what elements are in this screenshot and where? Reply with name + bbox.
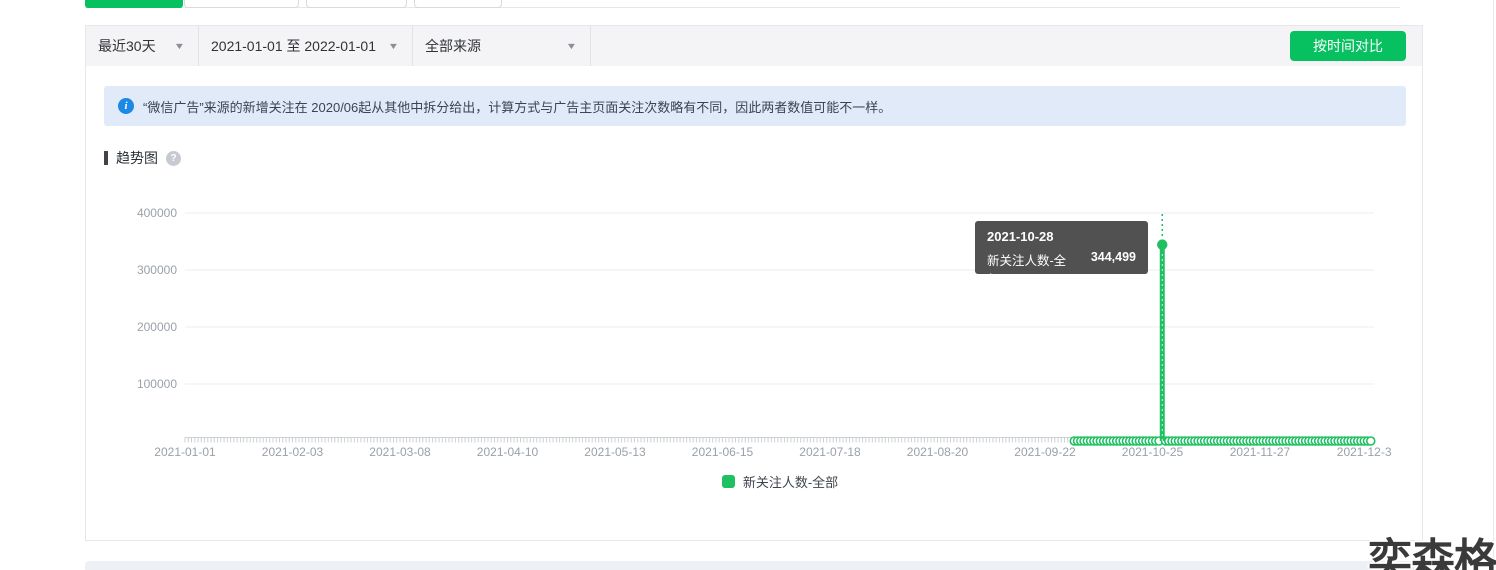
- legend-marker-icon: [722, 475, 735, 488]
- tooltip-value: 344,499: [1091, 250, 1136, 288]
- filter-bar-spacer: [591, 26, 1290, 66]
- legend-label: 新关注人数-全部: [743, 472, 838, 491]
- tab-2[interactable]: [184, 0, 299, 8]
- compare-by-time-button[interactable]: 按时间对比: [1290, 31, 1406, 61]
- date-preset-value: 最近30天: [98, 36, 156, 56]
- tab-3[interactable]: [306, 0, 407, 8]
- chevron-down-icon: ▼: [174, 41, 186, 51]
- legend-item[interactable]: 新关注人数-全部: [185, 472, 1375, 491]
- source-value: 全部来源: [425, 36, 481, 56]
- info-banner-text: “微信广告”来源的新增关注在 2020/06起从其他中拆分给出，计算方式与广告主…: [143, 97, 891, 116]
- info-icon: i: [118, 98, 134, 114]
- trend-panel: 最近30天 ▼ 2021-01-01 至 2022-01-01 ▼ 全部来源 ▼…: [85, 25, 1423, 541]
- info-banner: i “微信广告”来源的新增关注在 2020/06起从其他中拆分给出，计算方式与广…: [104, 86, 1406, 126]
- filter-bar: 最近30天 ▼ 2021-01-01 至 2022-01-01 ▼ 全部来源 ▼…: [86, 26, 1422, 66]
- date-preset-dropdown[interactable]: 最近30天 ▼: [86, 26, 198, 66]
- source-dropdown[interactable]: 全部来源 ▼: [413, 26, 590, 66]
- watermark: 奕森格: [1368, 524, 1496, 570]
- chevron-down-icon: ▼: [566, 41, 578, 51]
- page-right-edge: [1493, 0, 1494, 570]
- section-header: 趋势图 ?: [104, 148, 1422, 168]
- tab-4[interactable]: [414, 0, 502, 8]
- chevron-down-icon: ▼: [388, 41, 400, 51]
- section-title-bar: [104, 151, 108, 165]
- tab-active[interactable]: [85, 0, 183, 8]
- section-title: 趋势图: [116, 148, 158, 168]
- date-range-value: 2021-01-01 至 2022-01-01: [211, 36, 376, 56]
- tooltip-series-label: 新关注人数-全部: [987, 250, 1077, 288]
- next-panel-header: [85, 561, 1423, 570]
- tooltip-date: 2021-10-28: [987, 229, 1136, 244]
- help-icon[interactable]: ?: [166, 151, 181, 166]
- chart-tooltip: 2021-10-28 新关注人数-全部 344,499: [975, 221, 1148, 274]
- date-range-dropdown[interactable]: 2021-01-01 至 2022-01-01 ▼: [199, 26, 412, 66]
